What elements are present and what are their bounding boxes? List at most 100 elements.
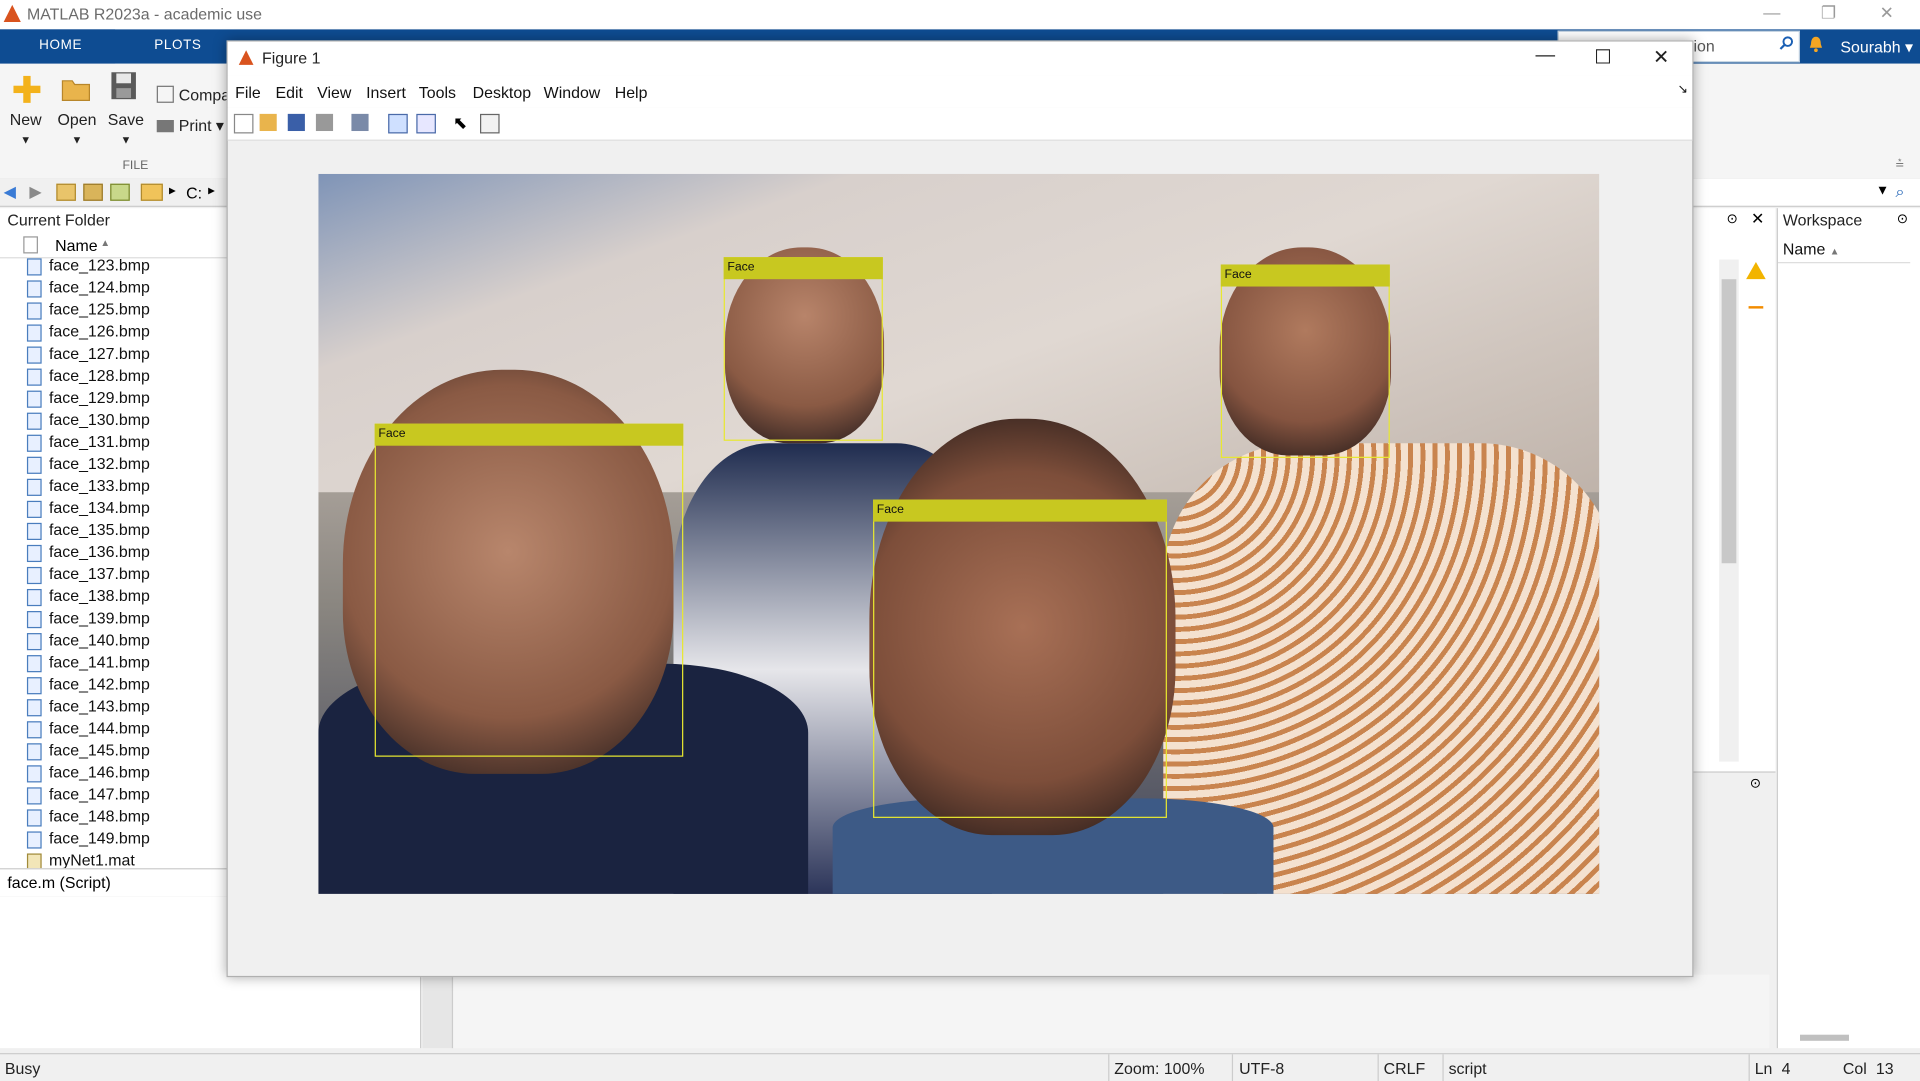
bmp-file-icon	[26, 787, 42, 805]
print-figure-icon[interactable]	[315, 113, 334, 132]
minimize-icon[interactable]: —	[1763, 2, 1780, 22]
file-name: face_126.bmp	[48, 322, 150, 341]
chevron-down-icon[interactable]: ▼	[1876, 184, 1889, 199]
file-list-item[interactable]: face_139.bmp	[24, 607, 220, 629]
file-name: face_146.bmp	[48, 762, 150, 782]
save-figure-icon[interactable]	[287, 113, 305, 132]
file-section-label: FILE	[122, 159, 149, 173]
restore-icon[interactable]: ❐	[1821, 2, 1836, 23]
legend-icon[interactable]	[416, 113, 436, 134]
panel-close-icon[interactable]: ✕	[1751, 209, 1764, 229]
code-analyzer-mark[interactable]	[1748, 306, 1764, 309]
status-ln-label: Ln	[1754, 1059, 1773, 1078]
close-icon[interactable]: ✕	[1653, 45, 1669, 69]
file-list-item[interactable]: face_131.bmp	[24, 431, 220, 453]
file-list-item[interactable]: face_147.bmp	[24, 784, 220, 806]
file-list-item[interactable]: face_140.bmp	[24, 629, 220, 651]
menu-window[interactable]: Window	[544, 83, 601, 101]
file-list-item[interactable]: face_137.bmp	[24, 563, 220, 585]
panel-menu-icon[interactable]: ⊙	[1727, 211, 1738, 227]
file-list-item[interactable]: face_136.bmp	[24, 541, 220, 563]
file-list-item[interactable]: face_123.bmp	[24, 255, 220, 277]
name-column-label: Name	[55, 236, 98, 255]
menu-file[interactable]: File	[235, 83, 261, 101]
menu-help[interactable]: Help	[615, 83, 648, 101]
file-name: face_139.bmp	[48, 608, 150, 627]
tab-home[interactable]: HOME	[0, 29, 116, 64]
image-axes[interactable]: Face Face Face Face	[318, 173, 1600, 894]
browse-folder-icon[interactable]	[83, 183, 103, 201]
file-name: face_123.bmp	[48, 255, 150, 275]
search-icon[interactable]	[1779, 36, 1794, 51]
file-list-item[interactable]: face_138.bmp	[24, 585, 220, 607]
file-list-item[interactable]: face_145.bmp	[24, 740, 220, 762]
dock-icon[interactable]: ↘	[1678, 83, 1688, 96]
up-folder-icon[interactable]	[56, 183, 76, 201]
file-list-item[interactable]: face_143.bmp	[24, 696, 220, 718]
workspace-hscroll[interactable]	[1800, 1034, 1849, 1041]
file-list-item[interactable]: face_126.bmp	[24, 321, 220, 343]
colorbar-icon[interactable]	[388, 113, 408, 134]
editor-scroll-thumb[interactable]	[1721, 279, 1737, 564]
file-list-item[interactable]: face_128.bmp	[24, 365, 220, 387]
new-figure-icon[interactable]	[233, 113, 254, 134]
close-icon[interactable]: ✕	[1880, 2, 1894, 23]
panel-menu-icon[interactable]: ⊙	[1897, 211, 1908, 227]
bmp-file-icon	[26, 699, 42, 717]
file-name: face_149.bmp	[48, 828, 150, 848]
tab-plots[interactable]: PLOTS	[154, 38, 201, 53]
search-input-value: ion	[1693, 36, 1715, 56]
file-list-item[interactable]: face_149.bmp	[24, 828, 220, 850]
face-label: Face	[723, 257, 883, 280]
new-button[interactable]: New ▼	[10, 110, 42, 147]
file-list-item[interactable]: face_144.bmp	[24, 718, 220, 740]
back-arrow-icon[interactable]: ◀	[4, 182, 16, 202]
menu-insert[interactable]: Insert	[366, 83, 406, 101]
file-list-item[interactable]: face_134.bmp	[24, 497, 220, 519]
file-list-item[interactable]: face_129.bmp	[24, 387, 220, 409]
file-list-item[interactable]: face_125.bmp	[24, 299, 220, 321]
search-folder-icon[interactable]	[110, 183, 130, 201]
command-window[interactable]	[422, 974, 1770, 1049]
maximize-icon[interactable]: ☐	[1594, 45, 1612, 69]
menu-view[interactable]: View	[317, 83, 351, 101]
file-list-item[interactable]: face_132.bmp	[24, 453, 220, 475]
file-list-item[interactable]: face_146.bmp	[24, 762, 220, 784]
user-menu[interactable]: Sourabh ▾	[1840, 38, 1913, 58]
file-list-item[interactable]: face_135.bmp	[24, 519, 220, 541]
open-file-icon[interactable]	[259, 113, 277, 132]
warning-icon[interactable]	[1746, 262, 1766, 280]
file-list-item[interactable]: face_133.bmp	[24, 475, 220, 497]
file-list-item[interactable]: face_142.bmp	[24, 673, 220, 695]
edit-plot-icon[interactable]: ⬉	[453, 114, 470, 131]
status-state: Busy	[4, 1059, 41, 1078]
property-inspector-icon[interactable]	[480, 113, 500, 134]
save-button[interactable]: Save ▼	[108, 110, 144, 147]
menu-desktop[interactable]: Desktop	[473, 83, 531, 101]
search-icon[interactable]: ⌕	[1896, 182, 1905, 202]
figure-titlebar[interactable]: Figure 1 — ☐ ✕	[227, 41, 1693, 76]
panel-menu-icon[interactable]: ⊙	[1750, 775, 1761, 791]
minimize-icon[interactable]: —	[1536, 45, 1556, 67]
file-list-item[interactable]: face_141.bmp	[24, 651, 220, 673]
collapse-ribbon-icon[interactable]: ⩮	[1896, 154, 1905, 172]
address-path[interactable]: C:	[186, 184, 202, 202]
figure-window[interactable]: Figure 1 — ☐ ✕ File Edit View Insert Too…	[226, 40, 1694, 978]
file-name: face_147.bmp	[48, 784, 150, 804]
file-list-item[interactable]: face_148.bmp	[24, 806, 220, 828]
bell-icon[interactable]	[1807, 36, 1824, 53]
file-list-item[interactable]: face_130.bmp	[24, 409, 220, 431]
file-list-item[interactable]: face_124.bmp	[24, 277, 220, 299]
forward-arrow-icon[interactable]: ▶	[29, 182, 41, 202]
path-separator-icon: ▸	[168, 183, 176, 199]
bmp-file-icon	[26, 346, 42, 364]
link-plot-icon[interactable]	[351, 113, 369, 132]
menu-edit[interactable]: Edit	[276, 83, 303, 101]
open-button[interactable]: Open ▼	[58, 110, 97, 147]
menu-tools[interactable]: Tools	[419, 83, 456, 101]
compare-button[interactable]: Compa	[156, 85, 230, 104]
details-bar[interactable]: face.m (Script)	[0, 868, 228, 898]
print-button[interactable]: Print ▾	[156, 116, 224, 136]
file-list-item[interactable]: face_127.bmp	[24, 343, 220, 365]
file-name: face_142.bmp	[48, 674, 150, 694]
